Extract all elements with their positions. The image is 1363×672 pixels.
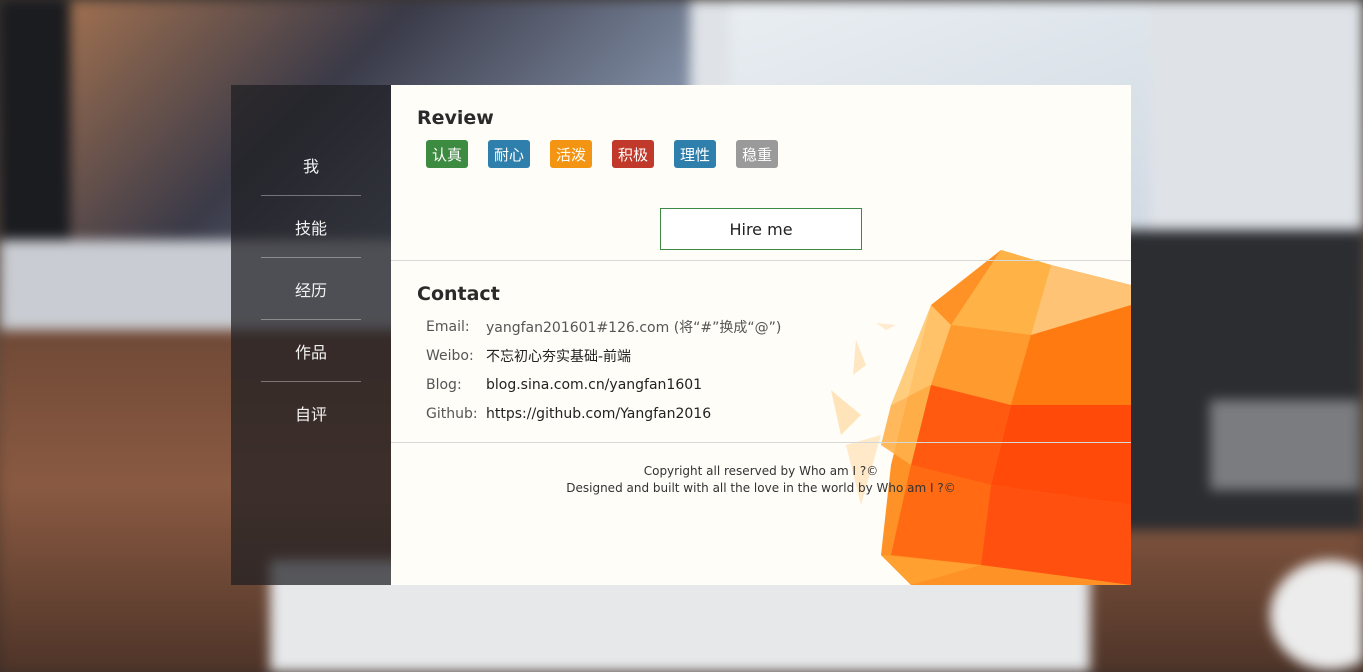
nav-item-experience[interactable]: 经历 — [261, 258, 361, 320]
review-tag: 耐心 — [488, 140, 530, 168]
credits-text: Designed and built with all the love in … — [566, 481, 956, 495]
contact-row-email: Email: yangfan201601#126.com (将“#”换成“@”) — [426, 312, 781, 341]
nav-item-me[interactable]: 我 — [261, 134, 361, 196]
contact-label: Email: — [426, 318, 470, 335]
email-value: yangfan201601#126.com (将“#”换成“@”) — [486, 319, 782, 336]
github-link[interactable]: https://github.com/Yangfan2016 — [486, 406, 711, 422]
nav-item-works[interactable]: 作品 — [261, 320, 361, 382]
review-tag: 活泼 — [550, 140, 592, 168]
review-tag: 稳重 — [736, 140, 778, 168]
contact-row-weibo: Weibo: 不忘初心夯实基础-前端 — [426, 341, 781, 370]
weibo-link[interactable]: 不忘初心夯实基础-前端 — [486, 346, 631, 366]
footer: Copyright all reserved by Who am I ?© De… — [391, 463, 1131, 497]
blog-link[interactable]: blog.sina.com.cn/yangfan1601 — [486, 377, 702, 393]
profile-card: 我 技能 经历 作品 自评 Review 认真 耐心 活泼 积极 理性 稳重 Hire m… — [231, 85, 1131, 585]
contact-row-github: Github: https://github.com/Yangfan2016 — [426, 399, 781, 428]
review-title: Review — [417, 107, 494, 129]
contact-label: Weibo: — [426, 347, 474, 364]
section-divider — [391, 260, 1131, 261]
contact-label: Github: — [426, 405, 478, 422]
nav-item-skills[interactable]: 技能 — [261, 196, 361, 258]
contact-title: Contact — [417, 283, 500, 305]
review-tag: 积极 — [612, 140, 654, 168]
main-panel: Review 认真 耐心 活泼 积极 理性 稳重 Hire me Contact Emai… — [391, 85, 1131, 585]
contact-label: Blog: — [426, 376, 462, 393]
sidebar-nav: 我 技能 经历 作品 自评 — [231, 85, 391, 585]
review-tags: 认真 耐心 活泼 积极 理性 稳重 — [426, 140, 798, 168]
copyright-text: Copyright all reserved by Who am I ?© — [643, 464, 879, 478]
hire-me-button[interactable]: Hire me — [660, 208, 862, 250]
contact-list: Email: yangfan201601#126.com (将“#”换成“@”)… — [426, 312, 781, 428]
review-tag: 认真 — [426, 140, 468, 168]
footer-divider — [391, 442, 1131, 443]
review-tag: 理性 — [674, 140, 716, 168]
nav-item-self-review[interactable]: 自评 — [261, 382, 361, 443]
contact-row-blog: Blog: blog.sina.com.cn/yangfan1601 — [426, 370, 781, 399]
